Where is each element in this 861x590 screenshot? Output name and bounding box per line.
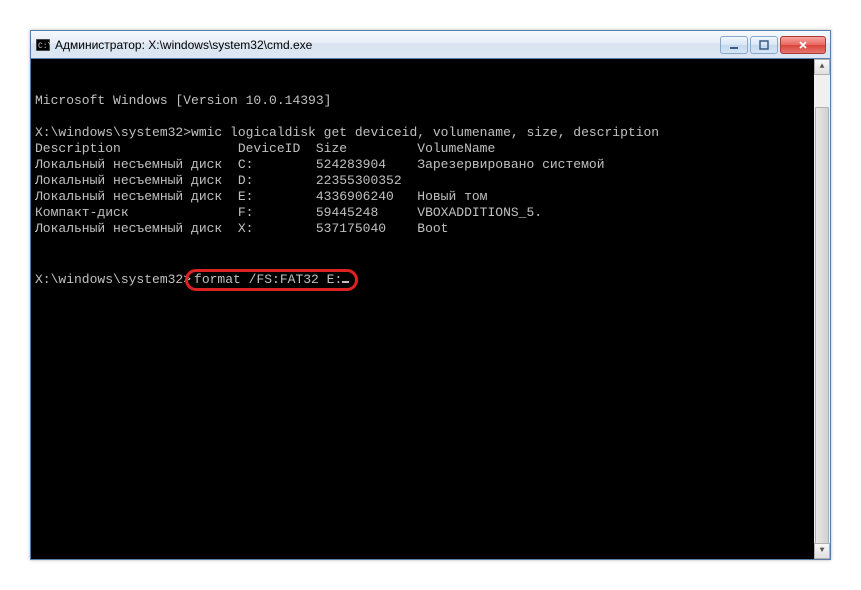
close-button[interactable] [780, 36, 826, 54]
titlebar[interactable]: C:\ Администратор: X:\windows\system32\c… [31, 31, 830, 59]
table-row: Локальный несъемный диск D: 22355300352 [35, 173, 402, 188]
table-row: Локальный несъемный диск X: 537175040 Bo… [35, 221, 448, 236]
table-header: Description DeviceID Size VolumeName [35, 141, 495, 156]
prompt-2: X:\windows\system32> [35, 272, 191, 287]
terminal-area[interactable]: Microsoft Windows [Version 10.0.14393] X… [31, 59, 830, 559]
cmd-window: C:\ Администратор: X:\windows\system32\c… [30, 30, 831, 560]
command-1: wmic logicaldisk get deviceid, volumenam… [191, 125, 659, 140]
scroll-up-button[interactable]: ▲ [814, 59, 830, 75]
scroll-down-button[interactable]: ▼ [814, 543, 830, 559]
cursor [342, 281, 349, 283]
command-2: format /FS:FAT32 E: [194, 272, 342, 287]
table-row: Локальный несъемный диск E: 4336906240 Н… [35, 189, 487, 204]
maximize-button[interactable] [750, 36, 778, 54]
table-row: Локальный несъемный диск C: 524283904 За… [35, 157, 605, 172]
minimize-button[interactable] [720, 36, 748, 54]
prompt-1: X:\windows\system32> [35, 125, 191, 140]
table-row: Компакт-диск F: 59445248 VBOXADDITIONS_5… [35, 205, 542, 220]
version-line: Microsoft Windows [Version 10.0.14393] [35, 93, 331, 108]
highlighted-command: format /FS:FAT32 E: [185, 269, 358, 291]
terminal-content: Microsoft Windows [Version 10.0.14393] X… [35, 93, 826, 291]
cmd-icon: C:\ [35, 37, 51, 53]
window-controls [720, 36, 826, 54]
svg-text:C:\: C:\ [38, 42, 50, 51]
window-title: Администратор: X:\windows\system32\cmd.e… [55, 38, 720, 52]
